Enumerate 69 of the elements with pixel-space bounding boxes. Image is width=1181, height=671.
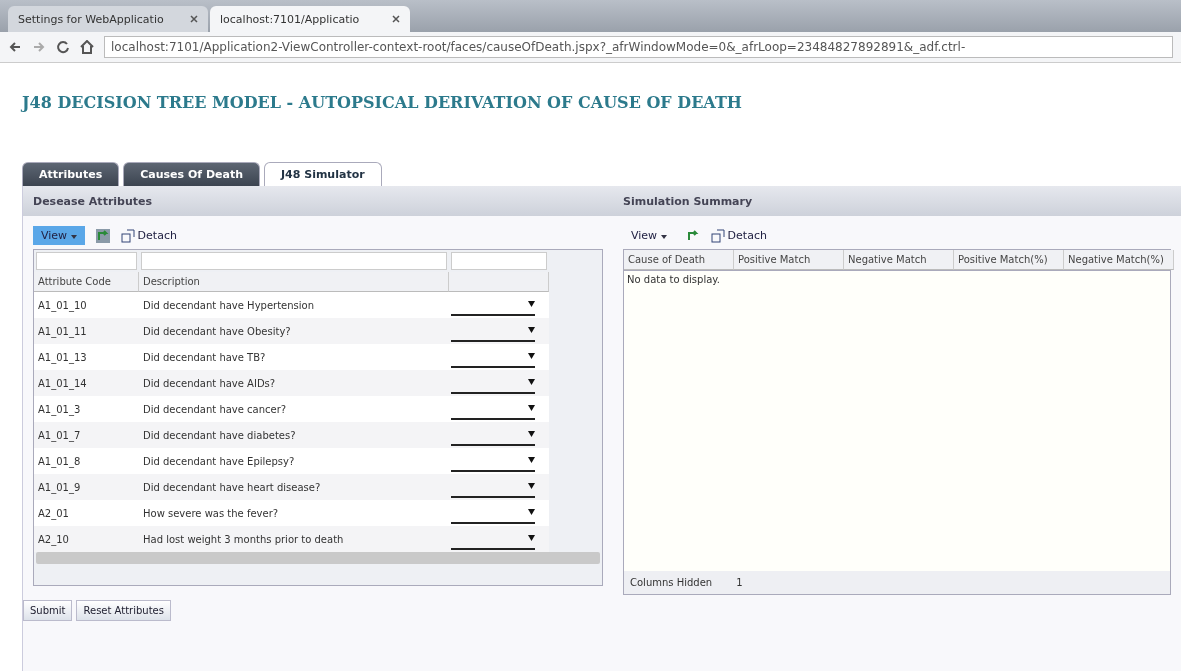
panel-header: Desease Attributes bbox=[23, 186, 613, 216]
action-button[interactable]: Submit bbox=[23, 600, 73, 621]
table-cell: A1_01_3 bbox=[34, 396, 139, 422]
status-value: 1 bbox=[736, 577, 743, 588]
table-cell: A1_01_9 bbox=[34, 474, 139, 500]
caret-icon bbox=[528, 509, 535, 515]
table-cell: A1_01_14 bbox=[34, 370, 139, 396]
detach-icon bbox=[710, 228, 725, 243]
caret-icon bbox=[528, 457, 535, 463]
caret-icon bbox=[528, 327, 535, 333]
caret-icon bbox=[528, 405, 535, 411]
reload-icon[interactable] bbox=[56, 40, 70, 54]
address-bar[interactable]: localhost:7101/Application2-ViewController-context-root/faces/causeOfDeath.jspx?_afrWindowMode=0&_afrLoop=23484827892891&_adf.ctrl- bbox=[104, 36, 1173, 58]
detach-button[interactable]: Detach bbox=[710, 228, 767, 243]
table-cell: A2_01 bbox=[34, 500, 139, 526]
caret-icon bbox=[70, 235, 77, 239]
status-label: Columns Hidden bbox=[630, 577, 713, 588]
empty-message: No data to display. bbox=[627, 274, 720, 285]
column-header[interactable]: Negative Match(%) bbox=[1064, 250, 1174, 270]
caret-icon bbox=[528, 353, 535, 359]
table-cell: Did decendant have TB? bbox=[139, 344, 449, 370]
table-cell: A1_01_7 bbox=[34, 422, 139, 448]
caret-icon bbox=[528, 431, 535, 437]
table-cell: A1_01_13 bbox=[34, 344, 139, 370]
table-cell: A2_10 bbox=[34, 526, 139, 552]
tab[interactable]: Attributes bbox=[22, 162, 120, 186]
back-icon[interactable] bbox=[8, 40, 22, 54]
refresh-icon[interactable] bbox=[94, 227, 111, 244]
table-cell: Had lost weight 3 months prior to death bbox=[139, 526, 449, 552]
column-header[interactable]: Negative Match bbox=[844, 250, 954, 270]
column-header[interactable]: Cause of Death bbox=[624, 250, 734, 270]
table-cell: A1_01_8 bbox=[34, 448, 139, 474]
caret-icon bbox=[528, 483, 535, 489]
table-cell: Did decendant have diabetes? bbox=[139, 422, 449, 448]
table-cell: Did decendant have Obesity? bbox=[139, 318, 449, 344]
caret-icon bbox=[528, 535, 535, 541]
detach-icon bbox=[120, 228, 135, 243]
caret-icon bbox=[660, 235, 667, 239]
filter-field[interactable] bbox=[141, 252, 447, 270]
filter-field[interactable] bbox=[451, 252, 547, 270]
table-cell: Did decendant have Hypertension bbox=[139, 292, 449, 318]
browser-tab[interactable]: Settings for WebApplicatio bbox=[8, 6, 208, 32]
scrollbar[interactable] bbox=[36, 552, 600, 564]
home-icon[interactable] bbox=[80, 40, 94, 54]
table-cell: Did decendant have Epilepsy? bbox=[139, 448, 449, 474]
table-cell: A1_01_10 bbox=[34, 292, 139, 318]
tab[interactable]: J48 Simulator bbox=[264, 162, 382, 186]
close-icon[interactable] bbox=[392, 15, 400, 23]
table-cell: How severe was the fever? bbox=[139, 500, 449, 526]
view-menu-button[interactable]: View bbox=[33, 226, 85, 245]
action-button[interactable]: Reset Attributes bbox=[76, 600, 171, 621]
filter-field[interactable] bbox=[36, 252, 137, 270]
tab[interactable]: Causes Of Death bbox=[123, 162, 260, 186]
browser-tab[interactable]: localhost:7101/Applicatio bbox=[210, 6, 410, 32]
panel-header: Simulation Summary bbox=[613, 186, 1181, 216]
table-cell: Did decendant have heart disease? bbox=[139, 474, 449, 500]
column-header[interactable]: Description bbox=[139, 272, 449, 292]
table-cell: Did decendant have cancer? bbox=[139, 396, 449, 422]
table-cell: A1_01_11 bbox=[34, 318, 139, 344]
view-menu-button[interactable]: View bbox=[623, 226, 675, 245]
column-header[interactable]: Positive Match(%) bbox=[954, 250, 1064, 270]
close-icon[interactable] bbox=[190, 15, 198, 23]
table-cell: Did decendant have AIDs? bbox=[139, 370, 449, 396]
page-title: J48 DECISION TREE MODEL - AUTOPSICAL DERIVATION OF CAUSE OF DEATH bbox=[22, 93, 743, 112]
caret-icon bbox=[528, 301, 535, 307]
column-header[interactable]: Positive Match bbox=[734, 250, 844, 270]
column-header[interactable]: Attribute Code bbox=[34, 272, 139, 292]
detach-button[interactable]: Detach bbox=[120, 228, 177, 243]
caret-icon bbox=[528, 379, 535, 385]
